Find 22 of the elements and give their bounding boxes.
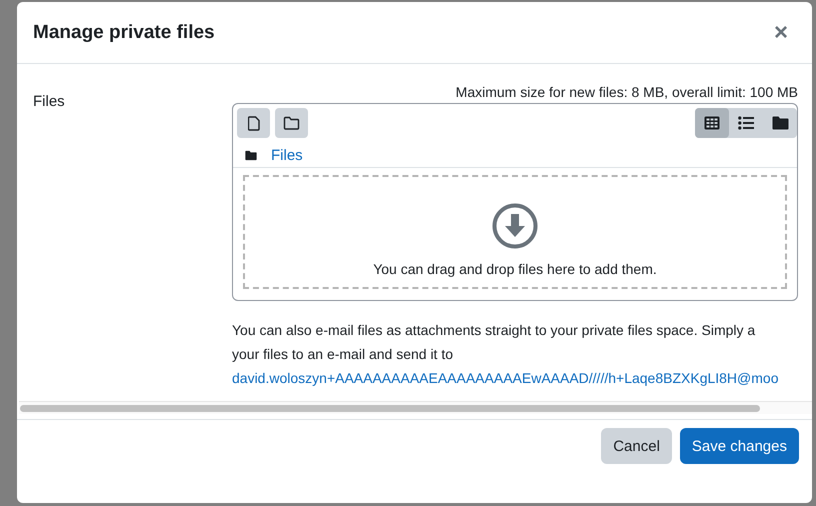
grid-view-button[interactable] — [695, 108, 729, 138]
breadcrumb-link[interactable]: Files — [271, 146, 303, 164]
file-icon — [248, 116, 260, 130]
drop-hint: You can drag and drop files here to add them. — [373, 261, 657, 277]
drop-zone[interactable]: You can drag and drop files here to add them. — [243, 175, 787, 289]
save-button[interactable]: Save changes — [680, 428, 799, 464]
horizontal-scrollbar[interactable] — [19, 401, 812, 414]
close-button[interactable]: × — [774, 20, 796, 44]
grid-icon — [704, 116, 720, 130]
size-limit-text: Maximum size for new files: 8 MB, overall limit: 100 MB — [454, 83, 798, 102]
folder-icon — [772, 116, 788, 130]
email-instructions-text: your files to an e-mail and send it to — [232, 345, 454, 364]
cancel-button[interactable]: Cancel — [601, 428, 672, 464]
list-icon — [738, 116, 754, 130]
create-folder-button[interactable] — [275, 108, 308, 138]
dialog-title: Manage private files — [33, 22, 215, 44]
folder-icon — [245, 150, 257, 160]
folder-icon — [283, 116, 300, 130]
email-address-link[interactable]: david.woloszyn+AAAAAAAAAAEAAAAAAAAAEwAAAAD/////h+Laqe8BZXKgLI8H@moo — [232, 366, 778, 390]
email-instructions-text: You can also e-mail files as attachments straight to your private files space. Simply a — [232, 321, 756, 340]
field-label: Files — [33, 92, 66, 112]
add-file-button[interactable] — [237, 108, 270, 138]
